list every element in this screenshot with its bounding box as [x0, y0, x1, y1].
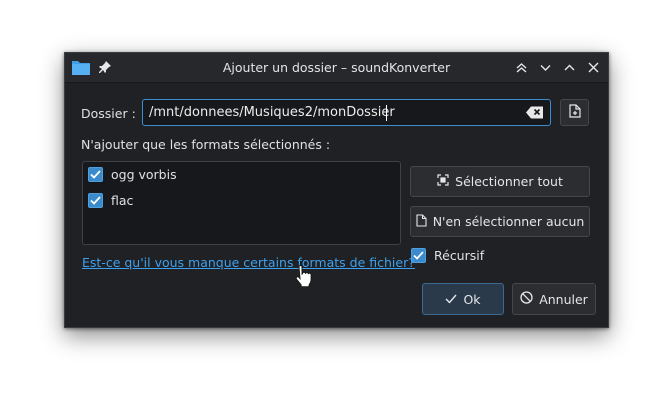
folder-path-value: /mnt/donnees/Musiques2/monDossier	[149, 105, 395, 120]
cancel-icon	[520, 291, 533, 307]
select-none-label: N'en sélectionner aucun	[432, 214, 585, 229]
cancel-button[interactable]: Annuler	[512, 283, 596, 315]
select-none-button[interactable]: N'en sélectionner aucun	[410, 206, 590, 237]
close-icon[interactable]	[586, 60, 601, 75]
add-folder-dialog: Ajouter un dossier – soundKonverter Doss…	[64, 52, 609, 328]
recursive-label: Récursif	[434, 247, 485, 263]
list-item[interactable]: flac	[88, 191, 133, 209]
clear-text-icon[interactable]	[526, 106, 544, 122]
select-all-button[interactable]: Sélectionner tout	[410, 166, 590, 197]
folder-path-input[interactable]: /mnt/donnees/Musiques2/monDossier	[142, 99, 551, 126]
checkbox-checked-icon[interactable]	[88, 192, 103, 208]
format-label: ogg vorbis	[111, 166, 177, 182]
ok-label: Ok	[463, 291, 481, 307]
keep-above-icon[interactable]	[514, 60, 529, 75]
text-caret	[386, 105, 387, 121]
hand-pointer-icon	[294, 264, 312, 290]
recursive-checkbox[interactable]: Récursif	[411, 246, 484, 264]
checkbox-checked-icon[interactable]	[88, 166, 103, 182]
maximize-icon[interactable]	[562, 60, 577, 75]
ok-button[interactable]: Ok	[422, 283, 504, 315]
formats-list: ogg vorbis flac	[82, 161, 401, 245]
title-bar: Ajouter un dossier – soundKonverter	[65, 53, 608, 83]
minimize-icon[interactable]	[538, 60, 553, 75]
cancel-label: Annuler	[539, 291, 588, 307]
document-open-icon	[568, 104, 581, 121]
format-label: flac	[111, 192, 134, 208]
browse-folder-button[interactable]	[560, 99, 589, 126]
folder-label: Dossier :	[81, 106, 136, 121]
check-icon	[445, 292, 457, 307]
select-all-icon	[437, 174, 449, 189]
select-all-label: Sélectionner tout	[455, 174, 563, 189]
formats-heading: N'ajouter que les formats sélectionnés :	[81, 137, 331, 152]
list-item[interactable]: ogg vorbis	[88, 165, 177, 183]
document-icon	[416, 213, 427, 230]
missing-formats-link[interactable]: Est-ce qu'il vous manque certains format…	[82, 255, 415, 270]
